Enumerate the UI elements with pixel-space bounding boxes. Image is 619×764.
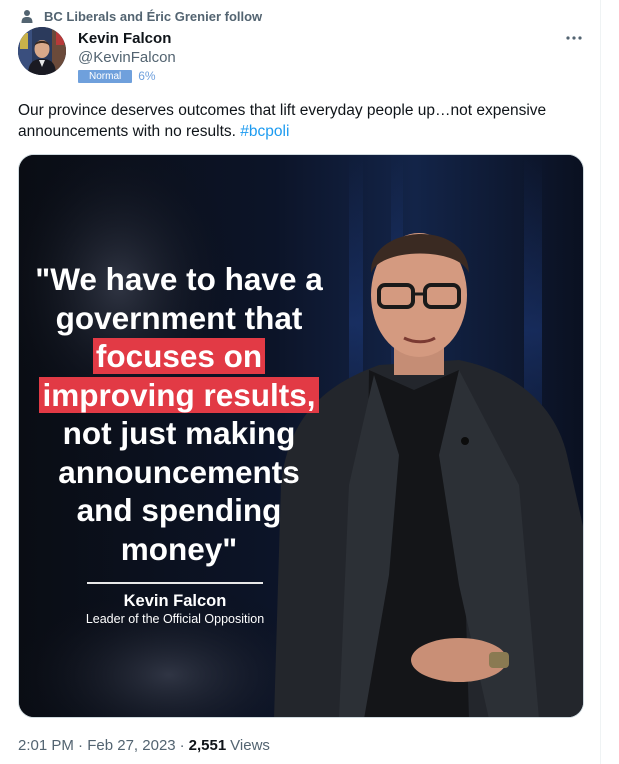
tweet-card: BC Liberals and Éric Grenier follow Kevi… [0, 0, 601, 764]
quote-line-text: "We have to have a [35, 261, 323, 297]
quote-line: improving results, [19, 376, 339, 415]
badge-percent: 6% [138, 69, 156, 83]
tweet-time: 2:01 PM [18, 737, 74, 754]
author-name[interactable]: Kevin Falcon [78, 29, 176, 48]
avatar[interactable] [18, 27, 66, 75]
quote-line-highlighted: improving results, [39, 376, 319, 413]
more-options-button[interactable] [562, 28, 586, 48]
quote-line: "We have to have a [19, 260, 339, 299]
quote-line-highlighted: focuses on [92, 338, 266, 374]
quote-line: announcements [19, 453, 339, 492]
social-context[interactable]: BC Liberals and Éric Grenier follow [20, 7, 262, 25]
social-context-text: BC Liberals and Éric Grenier follow [44, 8, 263, 24]
quote-text: "We have to have a government that focus… [19, 260, 339, 568]
signature-name: Kevin Falcon [123, 592, 227, 610]
quote-line-text: not just making [62, 415, 296, 451]
views-count: 2,551 [188, 737, 227, 754]
signature-title: Leader of the Official Opposition [85, 612, 265, 626]
more-horizontal-icon [562, 28, 586, 48]
quote-line-text: and spending [76, 492, 282, 528]
quote-line: not just making [19, 414, 339, 453]
author-handle[interactable]: @KevinFalcon [78, 48, 176, 68]
views-label: Views [230, 737, 270, 754]
hashtag-link[interactable]: #bcpoli [240, 123, 289, 140]
quote-line-text: announcements [58, 453, 300, 490]
badge-row: Normal 6% [78, 69, 176, 83]
meta-separator: · [78, 737, 84, 754]
person-icon [20, 9, 34, 23]
quote-line-text: money" [120, 530, 238, 567]
quote-line: money" [19, 530, 339, 569]
quote-line: focuses on [19, 337, 339, 376]
quote-line: government that [19, 299, 339, 338]
meta-separator: · [179, 737, 185, 754]
tweet-meta: 2:01 PM · Feb 27, 2023 · 2,551 Views [18, 737, 270, 754]
tweet-text: Our province deserves outcomes that lift… [18, 100, 578, 142]
quote-line-text: government that [55, 299, 303, 336]
status-badge: Normal [78, 69, 133, 83]
quote-line: and spending [19, 491, 339, 530]
tweet-media-image[interactable]: "We have to have a government that focus… [18, 154, 584, 718]
author-info: Kevin Falcon @KevinFalcon Normal 6% [78, 29, 176, 83]
tweet-timestamp-link[interactable]: 2:01 PM · Feb 27, 2023 [18, 737, 176, 754]
signature-divider [87, 582, 263, 584]
tweet-date: Feb 27, 2023 [87, 737, 176, 754]
